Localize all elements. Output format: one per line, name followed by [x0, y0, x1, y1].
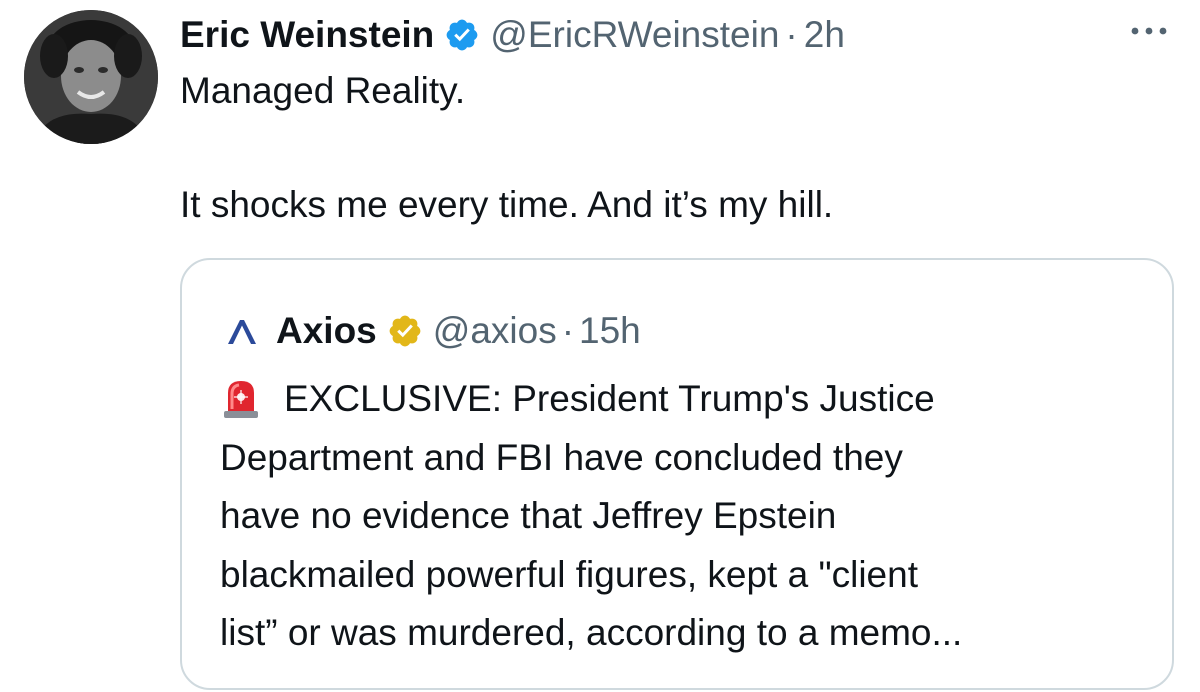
quoted-tweet-header: Axios @axios · 15h	[226, 308, 641, 354]
tweet-text-line-2: It shocks me every time. And it’s my hil…	[180, 184, 834, 225]
quoted-text-line-2: Department and FBI have concluded they	[220, 436, 903, 478]
author-handle[interactable]: @EricRWeinstein	[490, 14, 779, 56]
tweet-text-line-1: Managed Reality.	[180, 70, 466, 111]
police-siren-icon	[224, 381, 258, 418]
quoted-separator-dot: ·	[561, 310, 575, 351]
quoted-tweet-card[interactable]: Axios @axios · 15h EXCLUSIVE: President …	[180, 258, 1174, 690]
avatar[interactable]	[24, 10, 158, 144]
quoted-tweet-text: EXCLUSIVE: President Trump's Justice Dep…	[220, 370, 1160, 663]
quoted-author-handle[interactable]: @axios	[433, 310, 557, 352]
verified-gold-badge-icon	[389, 315, 421, 347]
tweet-card[interactable]: Eric Weinstein @EricRWeinstein · 2h Mana…	[0, 0, 1200, 692]
tweet-header: Eric Weinstein @EricRWeinstein · 2h	[180, 12, 845, 58]
more-options-icon[interactable]	[1126, 16, 1172, 46]
tweet-timestamp[interactable]: 2h	[804, 14, 845, 56]
quoted-tweet-timestamp[interactable]: 15h	[579, 310, 641, 352]
quoted-author-name[interactable]: Axios	[276, 310, 377, 352]
author-name[interactable]: Eric Weinstein	[180, 14, 434, 56]
separator-dot: ·	[785, 14, 798, 55]
quoted-text-line-4: blackmailed powerful figures, kept a "cl…	[220, 553, 918, 595]
quoted-text-line-1-text: EXCLUSIVE: President Trump's Justice	[284, 378, 935, 419]
quoted-text-line-1: EXCLUSIVE: President Trump's Justice	[220, 370, 1160, 429]
quoted-text-line-3: have no evidence that Jeffrey Epstein	[220, 495, 837, 536]
verified-badge-icon	[446, 19, 478, 51]
quoted-text-line-5: list” or was murdered, according to a me…	[220, 612, 963, 653]
axios-logo-icon	[228, 320, 256, 344]
avatar-photo	[24, 10, 158, 144]
